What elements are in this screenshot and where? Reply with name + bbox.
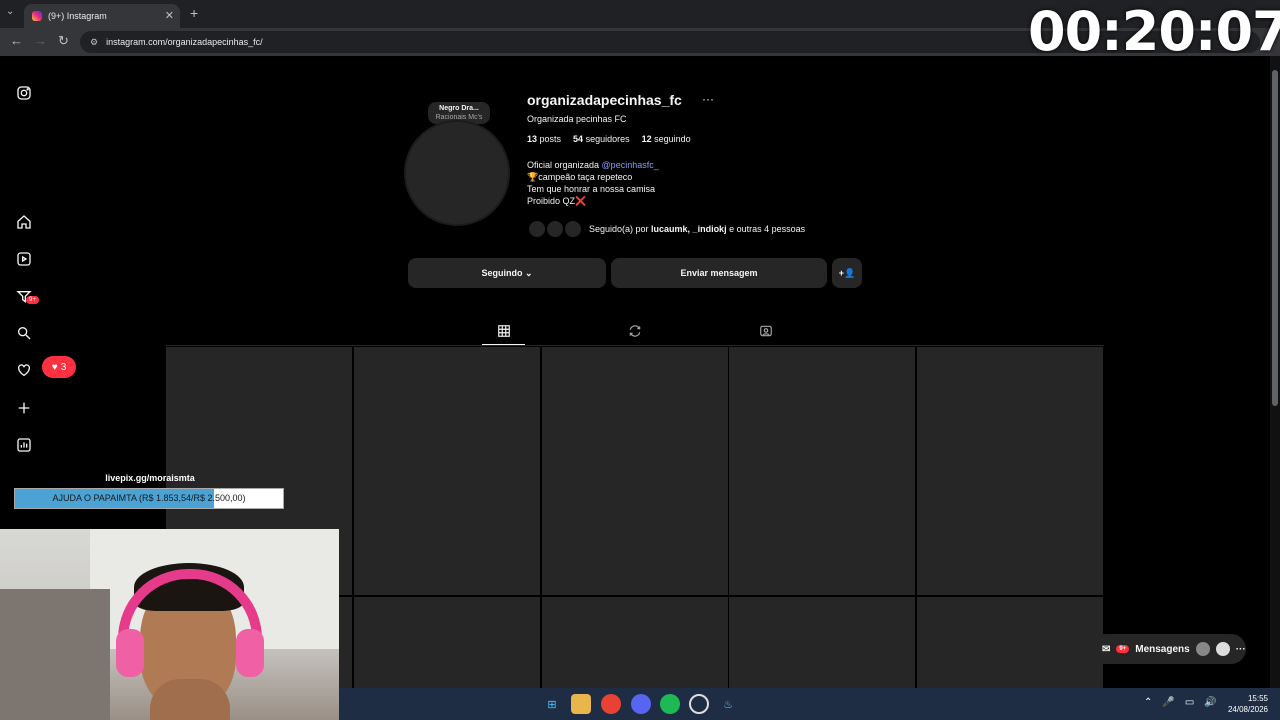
tabs-divider xyxy=(166,345,1104,346)
tab-posts[interactable] xyxy=(495,322,513,340)
headset-earcup xyxy=(236,629,264,677)
avatar xyxy=(527,219,547,239)
taskbar-clock[interactable]: 15:55 24/08/2026 xyxy=(1220,693,1268,715)
create-icon[interactable] xyxy=(14,398,34,418)
likes-notification-pill[interactable]: ♥ 3 xyxy=(42,356,76,378)
dashboard-icon[interactable] xyxy=(14,435,34,455)
chevron-up-icon[interactable]: ⌃ xyxy=(1144,697,1152,708)
messages-pill[interactable]: ✉ 9+ Mensagens ··· xyxy=(1090,634,1246,664)
back-icon[interactable]: ← xyxy=(10,33,23,48)
browser-tab[interactable]: (9+) Instagram ✕ xyxy=(24,4,180,28)
followed-by-text: Seguido(a) por lucaumk, _indiokj e outra… xyxy=(589,224,806,234)
profile-display-name: Organizada pecinhas FC xyxy=(527,114,627,124)
webcam-sofa xyxy=(0,589,110,720)
profile-username: organizadapecinhas_fc xyxy=(527,92,682,108)
followed-by[interactable]: Seguido(a) por lucaumk, _indiokj e outra… xyxy=(527,219,805,239)
spotify-icon[interactable] xyxy=(660,694,680,714)
tab-reposts[interactable] xyxy=(626,322,644,340)
post-thumbnail[interactable] xyxy=(354,597,540,688)
following-button[interactable]: Seguindo ⌄ xyxy=(408,258,606,288)
following-stat[interactable]: 12 seguindo xyxy=(642,134,691,144)
reload-icon[interactable]: ↻ xyxy=(58,33,69,49)
suggested-users-button[interactable]: +👤 xyxy=(832,258,862,288)
followers-stat[interactable]: 54 seguidores xyxy=(573,134,630,144)
windows-taskbar xyxy=(339,688,1280,720)
home-icon[interactable] xyxy=(14,212,34,232)
tab-search-icon[interactable]: ⌄ xyxy=(6,6,14,17)
microphone-icon[interactable]: 🎤 xyxy=(1162,697,1174,708)
avatar xyxy=(563,219,583,239)
profile-bio: Oficial organizada @pecinhasfc_ 🏆campeão… xyxy=(527,160,659,206)
webcam-hand xyxy=(150,679,230,720)
messages-badge: 9+ xyxy=(1116,645,1130,653)
tab-close-icon[interactable]: ✕ xyxy=(165,9,174,22)
chrome-icon[interactable] xyxy=(601,694,621,714)
search-icon[interactable] xyxy=(14,323,34,343)
headset-earcup xyxy=(116,629,144,677)
post-thumbnail[interactable] xyxy=(542,347,728,595)
avatar xyxy=(1215,642,1230,656)
send-message-button[interactable]: Enviar mensagem xyxy=(611,258,827,288)
post-thumbnail[interactable] xyxy=(917,347,1103,595)
system-tray[interactable]: ⌃ 🎤 ▭ 🔊 xyxy=(1144,697,1217,708)
add-user-icon: +👤 xyxy=(838,267,856,278)
donation-goal-text: AJUDA O PAPAIMTA (R$ 1.853,54/R$ 2.500,0… xyxy=(52,493,246,503)
discord-icon[interactable] xyxy=(631,694,651,714)
file-explorer-icon[interactable] xyxy=(571,694,591,714)
avatar xyxy=(1195,642,1210,656)
forward-icon[interactable]: → xyxy=(34,33,47,48)
reels-icon[interactable] xyxy=(14,249,34,269)
webcam-overlay xyxy=(0,529,339,720)
windows-start-icon[interactable]: ⊞ xyxy=(542,694,562,714)
stream-timer: 00:20:07 xyxy=(1028,0,1280,63)
posts-stat: 13 posts xyxy=(527,134,562,144)
site-info-icon[interactable]: ⚙ xyxy=(90,37,98,48)
bio-mention-link[interactable]: @pecinhasfc_ xyxy=(602,160,659,170)
heart-icon[interactable] xyxy=(14,360,34,380)
notification-badge: 9+ xyxy=(26,296,39,304)
instagram-logo-icon[interactable] xyxy=(14,83,34,103)
profile-avatar[interactable] xyxy=(404,120,510,226)
note-title: Negro Dra... xyxy=(439,105,479,112)
volume-icon[interactable]: 🔊 xyxy=(1204,697,1216,708)
post-thumbnail[interactable] xyxy=(729,597,915,688)
tab-title: (9+) Instagram xyxy=(48,11,107,21)
more-options-icon[interactable]: ··· xyxy=(702,92,714,106)
display-icon[interactable]: ▭ xyxy=(1185,697,1194,708)
profile-stats: 13 posts 54 seguidores 12 seguindo xyxy=(527,134,691,144)
messages-icon: ✉ xyxy=(1102,643,1111,655)
post-thumbnail[interactable] xyxy=(917,597,1103,688)
instagram-favicon-icon xyxy=(32,11,42,21)
post-thumbnail[interactable] xyxy=(354,347,540,595)
more-icon: ··· xyxy=(1235,643,1246,655)
steam-icon[interactable]: ♨ xyxy=(718,694,738,714)
url-text: instagram.com/organizadapecinhas_fc/ xyxy=(106,37,263,47)
post-thumbnail[interactable] xyxy=(729,347,915,595)
avatar xyxy=(545,219,565,239)
likes-count: 3 xyxy=(60,361,67,373)
scrollbar-thumb[interactable] xyxy=(1272,70,1278,406)
obs-icon[interactable] xyxy=(689,694,709,714)
new-tab-icon[interactable]: + xyxy=(190,5,198,21)
tab-tagged[interactable] xyxy=(757,322,775,340)
post-thumbnail[interactable] xyxy=(542,597,728,688)
heart-filled-icon: ♥ xyxy=(51,361,58,373)
livepix-label: livepix.gg/moraismta xyxy=(105,473,195,483)
messages-label: Mensagens xyxy=(1135,643,1190,655)
